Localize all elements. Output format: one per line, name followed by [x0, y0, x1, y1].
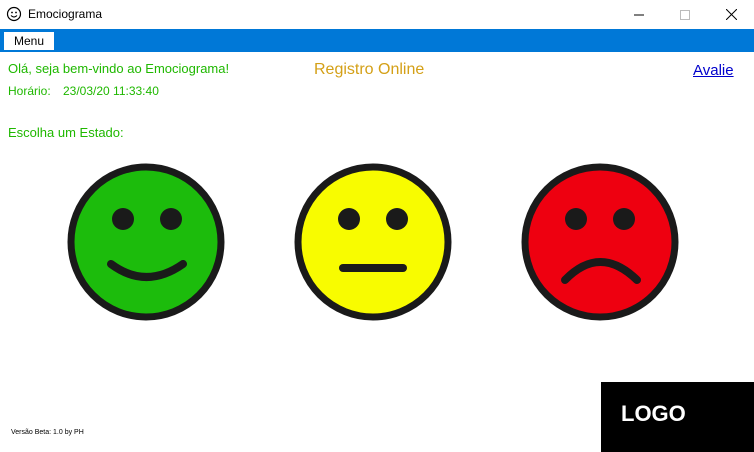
choose-state-label: Escolha um Estado:	[8, 125, 124, 140]
window-title: Emociograma	[28, 7, 103, 21]
smiley-icon	[6, 6, 22, 22]
sad-face-icon	[521, 163, 679, 321]
menu-button[interactable]: Menu	[4, 32, 54, 50]
minimize-icon	[634, 14, 644, 15]
maximize-icon	[680, 9, 690, 20]
avalie-link[interactable]: Avalie	[693, 62, 734, 79]
time-label: Horário:	[8, 84, 51, 98]
maximize-button[interactable]	[662, 0, 708, 29]
title-bar: Emociograma	[0, 0, 754, 29]
menu-bar: Menu	[0, 29, 754, 52]
happy-face-button[interactable]	[67, 162, 225, 322]
greeting-text: Olá, seja bem-vindo ao Emociograma!	[8, 61, 230, 76]
time-value: 23/03/20 11:33:40	[63, 84, 159, 98]
sad-face-button[interactable]	[521, 162, 679, 322]
neutral-face-button[interactable]	[294, 162, 452, 322]
happy-face-icon	[67, 163, 225, 321]
version-text: Versão Beta: 1.0 by PH	[11, 429, 84, 436]
logo: LOGO	[621, 401, 686, 426]
close-button[interactable]	[708, 0, 754, 29]
registro-online-title: Registro Online	[314, 61, 425, 78]
minimize-button[interactable]	[616, 0, 662, 29]
neutral-face-icon	[294, 163, 452, 321]
close-icon	[725, 9, 737, 20]
